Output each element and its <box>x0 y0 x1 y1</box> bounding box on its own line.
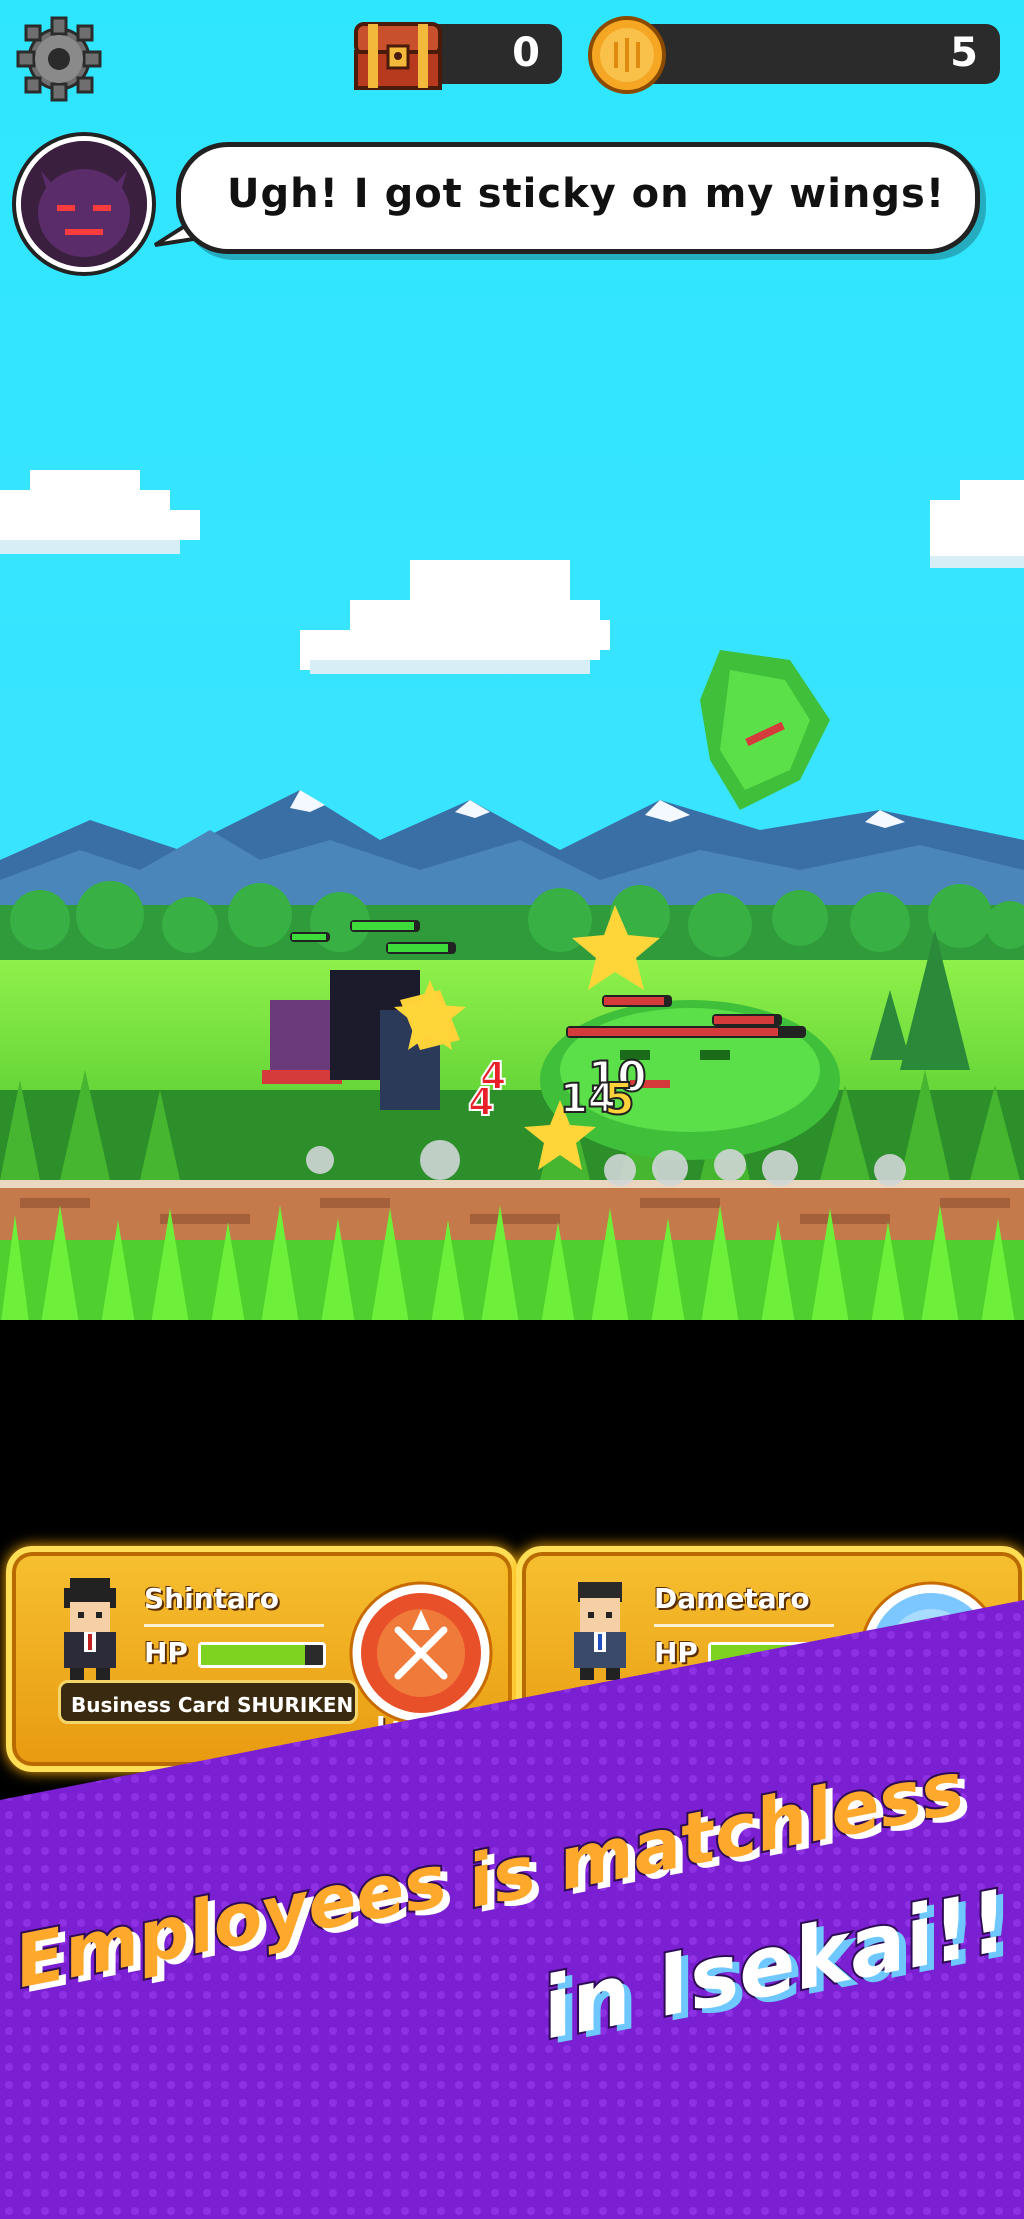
treasure-chest-icon <box>354 22 442 90</box>
demon-face-icon <box>21 141 147 267</box>
coin-icon <box>588 16 666 94</box>
game-screen: 4 4 10 14 5 0 5 Ugh! I got sticky on my … <box>0 0 1024 2219</box>
speech-text: Ugh! I got sticky on my wings! <box>227 171 946 217</box>
coin-counter: 5 <box>612 24 1000 84</box>
coin-count: 5 <box>950 30 978 76</box>
damage-number: 5 <box>603 1073 636 1126</box>
demon-avatar <box>16 136 152 272</box>
speech-bubble: Ugh! I got sticky on my wings! <box>176 142 980 254</box>
chest-count: 0 <box>512 30 540 76</box>
gear-icon[interactable] <box>16 16 102 102</box>
damage-number: 4 <box>467 1079 495 1125</box>
